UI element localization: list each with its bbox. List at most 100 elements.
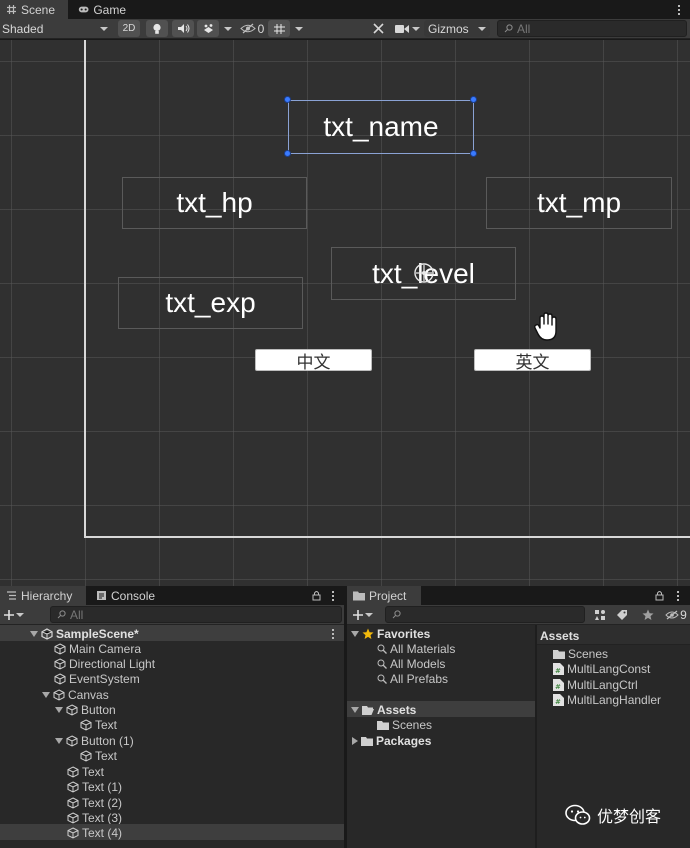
hierarchy-item-button-text[interactable]: Text (80, 717, 117, 732)
project-tree-packages[interactable]: Packages (352, 733, 431, 748)
asset-item-multilangconst[interactable]: # MultiLangConst (553, 661, 650, 676)
tab-game[interactable]: Game (72, 0, 132, 19)
favorites-item-label: All Materials (390, 641, 456, 656)
scene-view[interactable]: txt_name txt_hp txt_mp txt_level txt_exp… (0, 40, 690, 586)
hierarchy-item-event-system[interactable]: EventSystem (54, 671, 140, 686)
effects-dropdown-button[interactable] (222, 20, 234, 37)
hierarchy-menu-icon[interactable] (332, 591, 335, 601)
gameobject-cube-icon (67, 780, 79, 793)
selected-row-background (0, 824, 344, 840)
lighting-toggle-button[interactable] (146, 20, 168, 37)
chevron-down-icon (224, 26, 232, 31)
selection-handle-bottom-left[interactable] (284, 150, 291, 157)
chinese-language-button[interactable]: 中文 (255, 349, 372, 373)
hierarchy-search-input[interactable]: All (50, 606, 342, 623)
project-favorites[interactable]: Favorites (351, 626, 430, 641)
asset-item-multilanghandler[interactable]: # MultiLangHandler (553, 692, 661, 707)
watermark: 优梦创客 (565, 803, 661, 827)
chevron-down-icon (478, 26, 486, 31)
lock-icon[interactable] (312, 590, 321, 601)
selection-handle-top-right[interactable] (470, 96, 477, 103)
effects-toggle-button[interactable] (197, 20, 219, 37)
scene-element-txt-hp[interactable]: txt_hp (122, 177, 307, 229)
camera-settings-button[interactable] (393, 20, 421, 37)
scene-search-input[interactable]: All (497, 20, 687, 37)
project-split-divider[interactable] (535, 625, 537, 848)
chinese-button-label: 中文 (296, 352, 331, 373)
gameobject-cube-icon (54, 672, 66, 685)
project-create-button[interactable] (351, 606, 375, 623)
hierarchy-item-button[interactable]: Button (55, 702, 116, 717)
selection-handle-top-left[interactable] (284, 96, 291, 103)
tab-console[interactable]: Console (90, 586, 164, 605)
favorites-item-label: All Models (390, 656, 446, 671)
tab-scene[interactable]: Scene (0, 0, 68, 19)
selection-handle-bottom-right[interactable] (470, 150, 477, 157)
favorites-item-all-prefabs[interactable]: All Prefabs (377, 671, 448, 686)
assets-breadcrumb[interactable]: Assets (540, 628, 579, 643)
project-tree-scenes[interactable]: Scenes (377, 717, 432, 732)
grid-snap-button[interactable] (268, 20, 290, 37)
hierarchy-item-text-2[interactable]: Text (2) (67, 795, 122, 810)
search-by-type-button[interactable] (591, 606, 609, 623)
hierarchy-item-text-4[interactable]: Text (4) (67, 825, 122, 840)
2d-toggle-button[interactable]: 2D (118, 20, 140, 37)
search-icon (504, 24, 513, 33)
tools-icon (372, 23, 384, 34)
hierarchy-item-text-3[interactable]: Text (3) (67, 810, 122, 825)
favorites-item-all-models[interactable]: All Models (377, 656, 445, 671)
project-search-input[interactable] (385, 606, 585, 623)
tools-button[interactable] (368, 20, 388, 37)
hierarchy-item-directional-light[interactable]: Directional Light (54, 656, 155, 671)
lock-icon[interactable] (655, 590, 664, 601)
scene-element-txt-mp[interactable]: txt_mp (486, 177, 672, 229)
tab-hierarchy[interactable]: Hierarchy (0, 586, 86, 605)
favorites-label: Favorites (377, 626, 431, 641)
english-language-button[interactable]: 英文 (474, 349, 591, 373)
asset-item-scenes-folder[interactable]: Scenes (553, 646, 608, 661)
audio-toggle-button[interactable] (172, 20, 194, 37)
gameobject-cube-icon (66, 703, 78, 716)
project-menu-icon[interactable] (677, 591, 680, 601)
scene-row-menu-icon[interactable] (332, 629, 335, 639)
search-by-label-button[interactable] (613, 606, 631, 623)
scene-visibility-button[interactable]: 0 (237, 20, 267, 37)
csharp-script-icon: # (553, 693, 564, 706)
scene-tab-menu-icon[interactable] (678, 5, 681, 15)
shading-mode-dropdown[interactable]: Shaded (0, 20, 110, 37)
hierarchy-scene-row[interactable]: SampleScene* (30, 626, 139, 641)
asset-item-multilangctrl[interactable]: # MultiLangCtrl (553, 677, 638, 692)
hierarchy-item-button-1-text[interactable]: Text (80, 748, 117, 763)
gameobject-cube-icon (80, 749, 92, 762)
assets-header-label: Assets (540, 628, 580, 643)
gameobject-cube-icon (67, 796, 79, 809)
scene-element-txt-name[interactable]: txt_name (288, 100, 474, 154)
folder-icon (553, 649, 565, 659)
search-icon (377, 674, 387, 684)
hidden-packages-button[interactable]: 9 (663, 606, 689, 623)
tag-icon (617, 609, 627, 620)
gameobject-cube-icon (54, 642, 66, 655)
wechat-logo-icon (565, 804, 591, 825)
favorites-item-all-materials[interactable]: All Materials (377, 641, 455, 656)
tab-project[interactable]: Project (347, 586, 421, 605)
scene-element-txt-exp[interactable]: txt_exp (118, 277, 303, 329)
hierarchy-item-text[interactable]: Text (67, 764, 104, 779)
hidden-packages-count: 9 (680, 607, 687, 622)
create-button[interactable] (2, 606, 26, 623)
project-tree-assets[interactable]: Assets (351, 702, 416, 717)
tab-scene-label: Scene (21, 2, 56, 17)
hierarchy-item-main-camera[interactable]: Main Camera (54, 641, 141, 656)
move-tool-gizmo-icon[interactable] (411, 260, 437, 286)
grid-dropdown-button[interactable] (292, 20, 306, 37)
scene-search-placeholder: All (517, 21, 531, 36)
hierarchy-item-text-1[interactable]: Text (1) (67, 779, 122, 794)
gizmos-label: Gizmos (428, 21, 469, 36)
favorites-filter-button[interactable] (639, 606, 657, 623)
hierarchy-item-label: Text (82, 764, 105, 779)
gizmos-dropdown[interactable]: Gizmos (424, 20, 490, 37)
hierarchy-item-button-1[interactable]: Button (1) (55, 733, 134, 748)
open-folder-icon (362, 705, 374, 715)
hierarchy-item-canvas[interactable]: Canvas (42, 687, 109, 702)
shading-mode-label: Shaded (2, 21, 44, 36)
